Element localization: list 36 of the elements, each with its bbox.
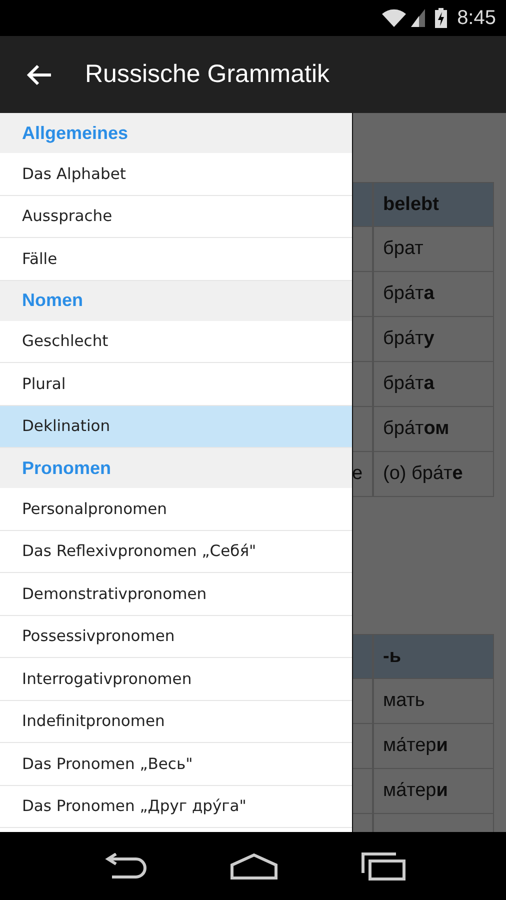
table-cell: ма́тери — [373, 724, 494, 769]
table-cell: брат — [373, 227, 494, 272]
drawer-item[interactable]: Das Reflexivpronomen „Себя́" — [0, 530, 352, 573]
recent-apps-icon[interactable] — [360, 851, 406, 881]
signal-icon — [411, 8, 426, 28]
drawer-item[interactable]: Personalpronomen — [0, 488, 352, 530]
back-arrow-icon[interactable] — [25, 62, 53, 86]
drawer-item[interactable]: Possessivpronomen — [0, 616, 352, 658]
drawer-item[interactable]: Das Pronomen „Друг дру́га" — [0, 786, 352, 828]
drawer-item[interactable]: Das Alphabet — [0, 153, 352, 196]
drawer-item[interactable]: Geschlecht — [0, 320, 352, 363]
app-title: Russische Grammatik — [85, 60, 330, 89]
clock-time: 8:45 — [457, 6, 496, 30]
section-header: Pronomen — [0, 448, 352, 488]
table-cell: бра́та — [373, 272, 494, 317]
table-cell: мать — [373, 679, 494, 724]
battery-charging-icon — [435, 8, 448, 28]
drawer-item[interactable]: Aussprache — [0, 196, 352, 238]
drawer-item[interactable]: Demonstrativpronomen — [0, 573, 352, 616]
header-cell — [352, 634, 373, 679]
header-cell: -ь — [373, 634, 494, 679]
section-header: Allgemeines — [0, 113, 352, 153]
table-cell: ма́тери — [373, 769, 494, 814]
header-cell — [352, 182, 373, 227]
table-cell: бра́ту — [373, 317, 494, 362]
header-cell: belebt — [373, 182, 494, 227]
drawer-item[interactable]: Das Pronomen „Весь" — [0, 743, 352, 786]
table-cell: (о) бра́те — [373, 452, 494, 497]
section-header: Nomen — [0, 280, 352, 320]
drawer-item[interactable]: Indefinitpronomen — [0, 700, 352, 743]
home-icon[interactable] — [228, 852, 280, 880]
wifi-icon — [381, 8, 408, 28]
drawer-item[interactable]: Deklination — [0, 406, 352, 448]
table-cell: бра́том — [373, 407, 494, 452]
drawer-item[interactable]: Interrogativpronomen — [0, 658, 352, 700]
table-cell: бра́та — [373, 362, 494, 407]
